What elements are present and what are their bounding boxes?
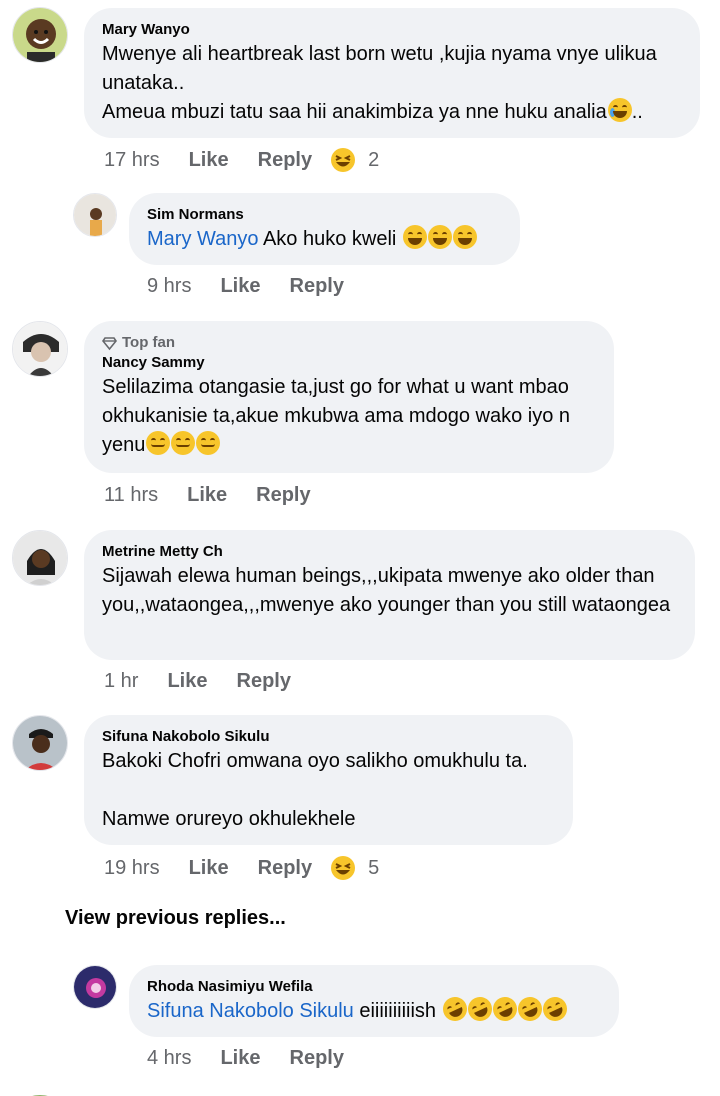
comment-time[interactable]: 17 hrs xyxy=(104,149,160,172)
smirk-emoji-icon xyxy=(146,431,171,455)
avatar-nancy-sammy[interactable] xyxy=(12,321,68,377)
comment-text: Bakoki Chofri omwana oyo salikho omukhul… xyxy=(102,747,555,834)
rofl-emoji-icon xyxy=(488,993,521,1025)
comment-actions: 9 hrs Like Reply xyxy=(147,275,344,298)
comment-text-line: Ameua mbuzi tatu saa hii anakimbiza ya n… xyxy=(102,101,607,123)
comment-author[interactable]: Rhoda Nasimiyu Wefila xyxy=(147,977,601,997)
avatar-sim-normans[interactable] xyxy=(73,193,117,237)
comment-bubble: Top fan Nancy Sammy Selilazima otangasie… xyxy=(84,321,614,473)
comment-actions: 1 hr Like Reply xyxy=(104,670,291,693)
comment-text-line: eiiiiiiiiiish xyxy=(353,1000,437,1022)
comment-time[interactable]: 4 hrs xyxy=(147,1047,191,1070)
grinning-emoji-icon xyxy=(427,225,452,249)
like-button[interactable]: Like xyxy=(167,670,207,693)
reply-button[interactable]: Reply xyxy=(290,275,344,298)
comment-time[interactable]: 11 hrs xyxy=(104,484,158,507)
comment-actions: 17 hrs Like Reply 2 xyxy=(104,147,379,173)
reply-bubble: Rhoda Nasimiyu Wefila Sifuna Nakobolo Si… xyxy=(129,965,619,1037)
avatar-mary-wanyo[interactable] xyxy=(12,7,68,63)
comment-actions: 4 hrs Like Reply xyxy=(147,1047,344,1070)
grinning-emoji-icon xyxy=(402,225,427,249)
rofl-emoji-icon xyxy=(538,993,571,1025)
reaction-count: 5 xyxy=(368,856,380,879)
reply-button[interactable]: Reply xyxy=(258,857,312,880)
comment-text-line: Namwe orureyo okhulekhele xyxy=(102,808,356,830)
comment-time[interactable]: 19 hrs xyxy=(104,857,160,880)
next-comment-partial xyxy=(0,1088,720,1096)
comment-text: Selilazima otangasie ta,just go for what… xyxy=(102,373,596,460)
avatar-sifuna-sikulu[interactable] xyxy=(12,715,68,771)
comment-bubble: Mary Wanyo Mwenye ali heartbreak last bo… xyxy=(84,8,700,138)
mention-link[interactable]: Sifuna Nakobolo Sikulu xyxy=(147,1000,354,1022)
reply-button[interactable]: Reply xyxy=(237,670,291,693)
comment-text: Mwenye ali heartbreak last born wetu ,ku… xyxy=(102,40,682,127)
smirk-emoji-icon xyxy=(171,431,196,455)
comment-text-line: Mwenye ali heartbreak last born wetu ,ku… xyxy=(102,43,663,94)
mention-link[interactable]: Mary Wanyo xyxy=(147,228,259,250)
haha-reaction-icon xyxy=(331,148,356,172)
comment-text: Sijawah elewa human beings,,,ukipata mwe… xyxy=(102,565,671,616)
haha-reaction-icon xyxy=(331,856,356,880)
rofl-emoji-icon xyxy=(438,993,471,1025)
comment-actions: 19 hrs Like Reply 5 xyxy=(104,855,379,881)
crying-emoji-icon xyxy=(607,98,632,122)
diamond-icon xyxy=(102,336,117,350)
comment-author[interactable]: Nancy Sammy xyxy=(102,353,596,373)
comment-text-tail: .. xyxy=(631,101,643,123)
comment-time[interactable]: 1 hr xyxy=(104,670,138,693)
comment-text-line: Ako huko kweli xyxy=(258,228,397,250)
reaction-count: 2 xyxy=(368,148,380,171)
reply-button[interactable]: Reply xyxy=(290,1047,344,1070)
reply-button[interactable]: Reply xyxy=(256,484,310,507)
comment-text: Sifuna Nakobolo Sikulu eiiiiiiiiiish xyxy=(147,993,601,1026)
like-button[interactable]: Like xyxy=(220,1047,260,1070)
comment-time[interactable]: 9 hrs xyxy=(147,275,191,298)
like-button[interactable]: Like xyxy=(189,149,229,172)
smirk-emoji-icon xyxy=(196,431,221,455)
like-button[interactable]: Like xyxy=(220,275,260,298)
comment-author[interactable]: Metrine Metty Ch xyxy=(102,542,677,562)
grinning-emoji-icon xyxy=(452,225,477,249)
comment-author[interactable]: Sifuna Nakobolo Sikulu xyxy=(102,727,555,747)
comment-bubble: Metrine Metty Ch Sijawah elewa human bei… xyxy=(84,530,695,660)
comment-author[interactable]: Mary Wanyo xyxy=(102,20,682,40)
reply-bubble: Sim Normans Mary Wanyo Ako huko kweli xyxy=(129,193,520,265)
like-button[interactable]: Like xyxy=(189,857,229,880)
reply-button[interactable]: Reply xyxy=(258,149,312,172)
comment-text: Mary Wanyo Ako huko kweli xyxy=(147,225,502,254)
top-fan-badge: Top fan xyxy=(102,333,596,353)
avatar-rhoda-wefila[interactable] xyxy=(73,965,117,1009)
avatar-metrine-metty[interactable] xyxy=(12,530,68,586)
rofl-emoji-icon xyxy=(513,993,546,1025)
view-previous-replies-link[interactable]: View previous replies... xyxy=(65,907,286,930)
reaction-summary[interactable]: 5 xyxy=(330,855,379,881)
comment-author[interactable]: Sim Normans xyxy=(147,205,502,225)
reaction-summary[interactable]: 2 xyxy=(330,147,379,173)
like-button[interactable]: Like xyxy=(187,484,227,507)
comment-actions: 11 hrs Like Reply xyxy=(104,484,311,507)
rofl-emoji-icon xyxy=(463,993,496,1025)
comment-bubble: Sifuna Nakobolo Sikulu Bakoki Chofri omw… xyxy=(84,715,573,845)
top-fan-label: Top fan xyxy=(122,334,176,351)
comment-text-line: Bakoki Chofri omwana oyo salikho omukhul… xyxy=(102,750,528,772)
